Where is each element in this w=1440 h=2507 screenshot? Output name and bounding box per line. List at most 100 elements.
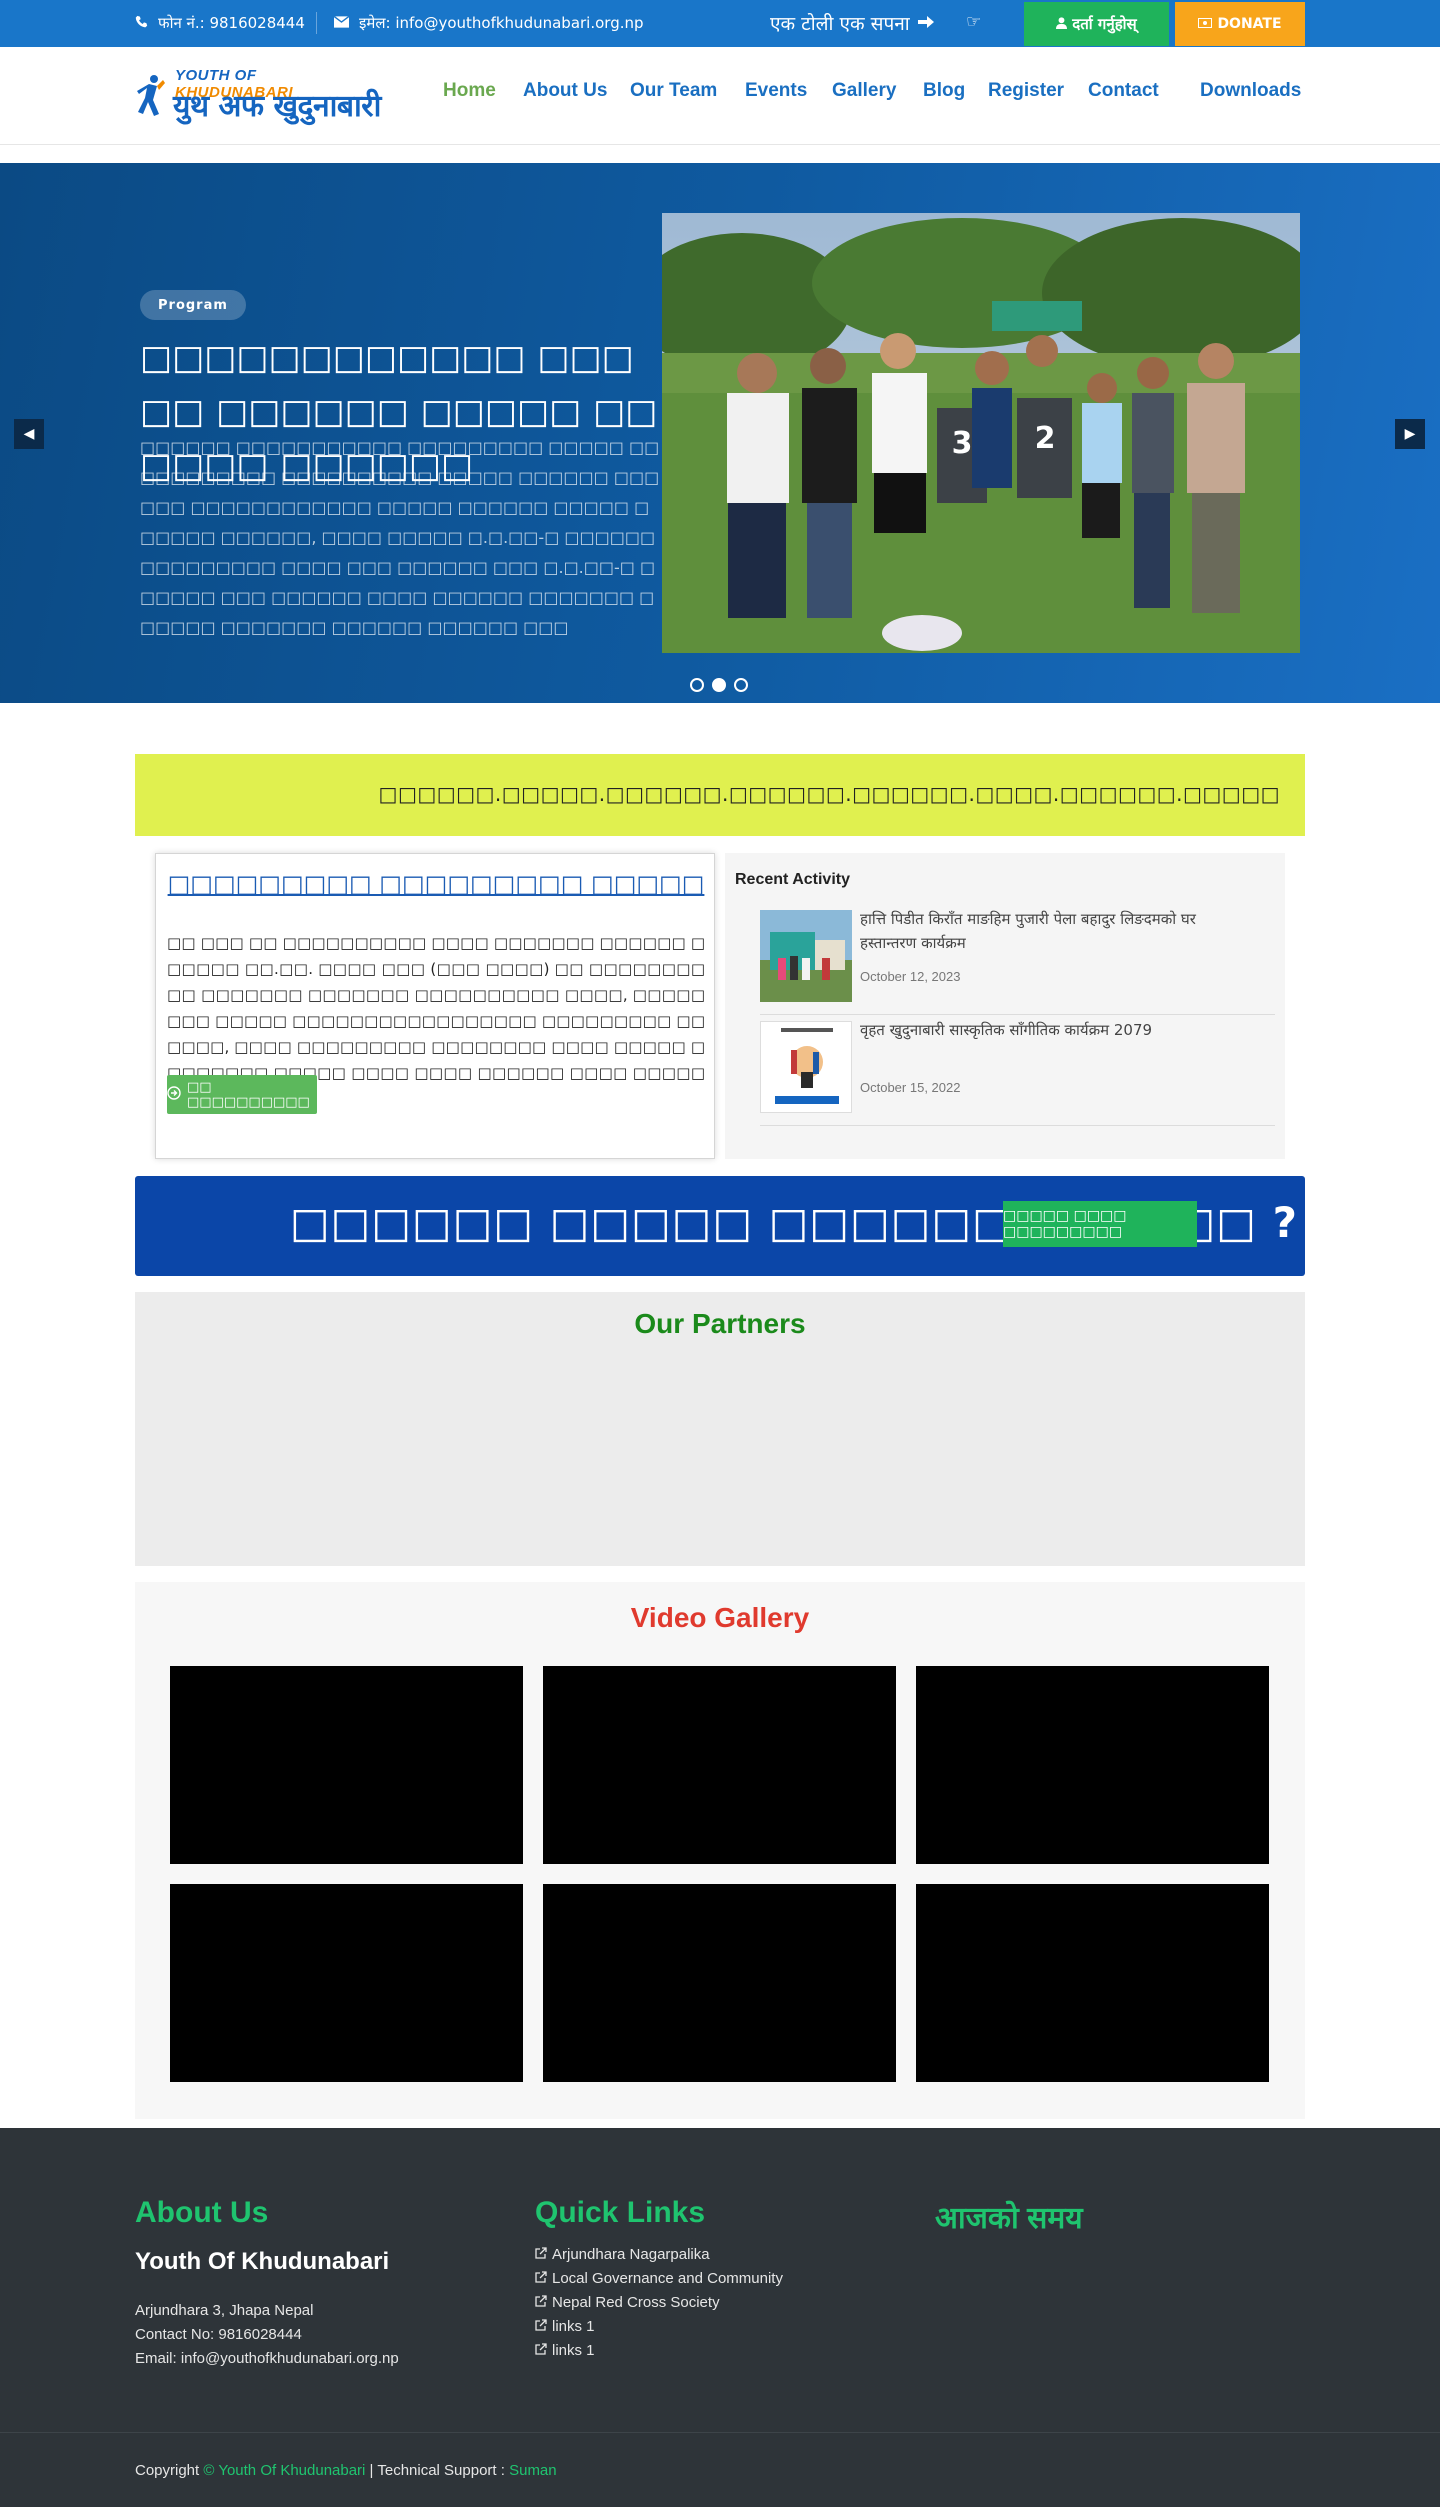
money-icon	[1198, 16, 1213, 32]
envelope-icon	[333, 14, 350, 32]
cta-banner: □□□□□□ □□□□□ □□□□□□□□□□□□ ? □□□□□ □□□□ □…	[135, 1176, 1305, 1276]
video-gallery: Video Gallery	[135, 1582, 1305, 2119]
slogan: एक टोली एक सपना	[770, 10, 934, 36]
about-box: □□□□□□□□□ □□□□□□□□□ □□□□□ □□ □□□ □□ □□□□…	[155, 853, 715, 1159]
svg-text:2: 2	[1035, 421, 1056, 456]
logo-figure-icon	[137, 75, 165, 116]
site-footer: About Us Youth Of Khudunabari Arjundhara…	[0, 2128, 1440, 2507]
marquee-text[interactable]: □□□□□□.□□□□□.□□□□□□.□□□□□□.□□□□□□.□□□□.□…	[379, 782, 1280, 806]
nav-events[interactable]: Events	[745, 80, 807, 102]
hero-photo-image: 3 2	[662, 213, 1300, 653]
footer-link-label: Arjundhara Nagarpalika	[552, 2246, 710, 2263]
footer-divider	[0, 2432, 1440, 2433]
logo-top-a: YOUTH OF	[175, 67, 257, 84]
recent-date: October 15, 2022	[860, 1080, 961, 1095]
support-prefix: | Technical Support :	[365, 2462, 510, 2479]
video-embed[interactable]	[543, 1884, 896, 2082]
recent-thumbnail[interactable]	[760, 1021, 852, 1113]
about-title[interactable]: □□□□□□□□□ □□□□□□□□□ □□□□□	[156, 870, 716, 898]
footer-link-label: links 1	[552, 2318, 595, 2335]
external-link-icon	[535, 2294, 547, 2311]
about-button-label: □□ □□□□□□□□□□	[187, 1079, 310, 1110]
recent-item[interactable]: वृहत खुदुनाबारी सास्कृतिक साँगीतिक कार्य…	[760, 1016, 1275, 1126]
slider-dot-2[interactable]	[712, 678, 726, 692]
register-label: दर्ता गर्नुहोस्	[1072, 15, 1137, 33]
video-embed[interactable]	[170, 1884, 523, 2082]
about-read-more-button[interactable]: □□ □□□□□□□□□□	[167, 1075, 317, 1114]
copyright-org-link[interactable]: © Youth Of Khudunabari	[203, 2462, 365, 2479]
footer-link[interactable]: links 1	[535, 2342, 595, 2359]
slider-dot-1[interactable]	[690, 678, 704, 692]
recent-date: October 12, 2023	[860, 969, 961, 984]
footer-links-heading: Quick Links	[535, 2196, 706, 2229]
recent-thumb-image	[760, 910, 852, 1002]
copyright-prefix: Copyright	[135, 2462, 204, 2479]
nav-our-team[interactable]: Our Team	[630, 80, 717, 102]
nav-home[interactable]: Home	[443, 80, 496, 102]
footer-org-name: Youth Of Khudunabari	[135, 2248, 390, 2275]
site-logo[interactable]: YOUTH OF KHUDUNABARI युथ अफ खुदुनाबारी	[135, 66, 381, 124]
phone-icon	[135, 14, 148, 32]
cta-button[interactable]: □□□□□ □□□□ □□□□□□□□□	[1003, 1201, 1197, 1247]
recent-item[interactable]: हात्ति पिडीत किराँत माङहिम पुजारी पेला ब…	[760, 905, 1275, 1015]
video-gallery-title: Video Gallery	[630, 1602, 810, 1633]
video-embed[interactable]	[916, 1884, 1269, 2082]
slider-dot-3[interactable]	[734, 678, 748, 692]
nav-blog[interactable]: Blog	[923, 80, 965, 102]
external-link-icon	[535, 2270, 547, 2287]
partners-title: Our Partners	[634, 1308, 806, 1339]
donate-label: DONATE	[1217, 16, 1282, 32]
logo-bottom-text: युथ अफ खुदुनाबारी	[173, 89, 381, 124]
footer-link-label: Nepal Red Cross Society	[552, 2294, 720, 2311]
recent-heading: Recent Activity	[735, 871, 850, 888]
caret-right-icon: ▶	[1404, 426, 1416, 442]
nav-gallery[interactable]: Gallery	[832, 80, 896, 102]
hand-pointer-icon: ☞	[966, 12, 982, 32]
slogan-text: एक टोली एक सपना	[770, 13, 910, 35]
nav-contact[interactable]: Contact	[1088, 80, 1159, 102]
arrow-right-icon	[917, 12, 934, 34]
news-marquee: □□□□□□.□□□□□.□□□□□□.□□□□□□.□□□□□□.□□□□.□…	[135, 754, 1305, 836]
footer-link[interactable]: links 1	[535, 2318, 595, 2335]
caret-left-icon: ◀	[23, 426, 35, 442]
donate-button[interactable]: DONATE	[1175, 2, 1305, 46]
external-link-icon	[535, 2318, 547, 2335]
footer-about-heading: About Us	[135, 2196, 269, 2229]
nav-downloads[interactable]: Downloads	[1200, 80, 1301, 102]
external-link-icon	[535, 2342, 547, 2359]
video-embed[interactable]	[916, 1666, 1269, 1864]
external-link-icon	[535, 2246, 547, 2263]
slider-next-button[interactable]: ▶	[1395, 419, 1425, 449]
footer-contact: Contact No: 9816028444	[135, 2326, 302, 2343]
email-text: इमेल: info@youthofkhudunabari.org.np	[359, 14, 644, 32]
footer-link[interactable]: Arjundhara Nagarpalika	[535, 2246, 710, 2263]
nav-about-us[interactable]: About Us	[523, 80, 607, 102]
partners-section: Our Partners	[135, 1292, 1305, 1566]
recent-title[interactable]: वृहत खुदुनाबारी सास्कृतिक साँगीतिक कार्य…	[860, 1018, 1240, 1042]
footer-time-heading: आजको समय	[935, 2202, 1083, 2235]
video-embed[interactable]	[543, 1666, 896, 1864]
hero-photo: 3 2	[662, 213, 1300, 653]
arrow-circle-right-icon	[167, 1085, 181, 1104]
hero-text: □□□□□□ □□□□□□□□□□□ □□□□□□□□□ □□□□□ □□□□□…	[140, 438, 660, 637]
hero-badge: Program	[140, 290, 246, 320]
footer-link[interactable]: Nepal Red Cross Society	[535, 2294, 720, 2311]
recent-thumbnail[interactable]	[760, 910, 852, 1002]
svg-text:3: 3	[952, 426, 973, 461]
slider-prev-button[interactable]: ◀	[14, 419, 44, 449]
site-header: YOUTH OF KHUDUNABARI युथ अफ खुदुनाबारी H…	[0, 47, 1440, 145]
top-phone[interactable]: फोन नं.: 9816028444	[135, 13, 305, 33]
footer-link-label: Local Governance and Community	[552, 2270, 783, 2287]
recent-title[interactable]: हात्ति पिडीत किराँत माङहिम पुजारी पेला ब…	[860, 907, 1240, 955]
top-email[interactable]: इमेल: info@youthofkhudunabari.org.np	[333, 13, 644, 33]
top-separator	[316, 12, 317, 34]
user-icon	[1056, 15, 1068, 33]
video-embed[interactable]	[170, 1666, 523, 1864]
support-link[interactable]: Suman	[509, 2462, 557, 2479]
nav-register[interactable]: Register	[988, 80, 1064, 102]
footer-link-label: links 1	[552, 2342, 595, 2359]
footer-address: Arjundhara 3, Jhapa Nepal	[135, 2302, 314, 2319]
register-button[interactable]: दर्ता गर्नुहोस्	[1024, 2, 1169, 46]
hero-slider: Program □□□□□□□□□□□□ □□□□□ □□□□□□ □□□□□ …	[0, 163, 1440, 703]
footer-link[interactable]: Local Governance and Community	[535, 2270, 783, 2287]
